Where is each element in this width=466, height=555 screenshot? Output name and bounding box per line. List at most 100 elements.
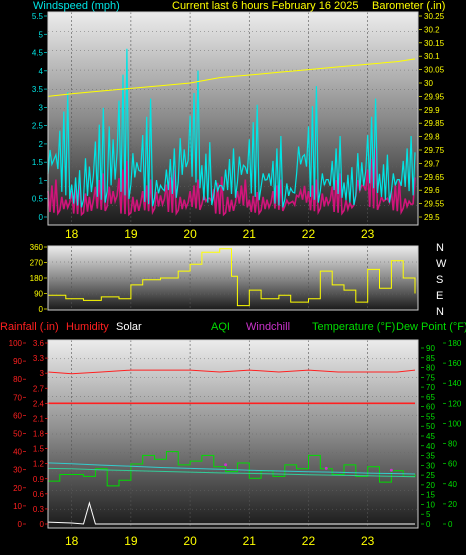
axis-tick-label: 70: [13, 393, 22, 402]
hour-tick-label: 22: [302, 534, 316, 548]
axis-tick-label: 80: [448, 440, 457, 449]
panel2-direction-labels: NWSEN: [436, 242, 447, 318]
hour-tick-label: 20: [183, 534, 197, 548]
axis-tick-label: 30.2: [424, 25, 440, 34]
hour-tick-label: 18: [65, 534, 79, 548]
axis-tick-label: 4: [39, 67, 44, 76]
axis-tick-label: 29.65: [424, 173, 445, 182]
legend-humidity: Humidity: [66, 321, 109, 333]
axis-tick-label: 10: [426, 500, 435, 509]
panel3-rain-ticks: 0 0.3 0.6 0.9 1.2 1.5 1.8 2.1 2.4 2.7 3 3.3 3.6: [33, 339, 48, 529]
axis-tick-label: 90: [426, 344, 435, 353]
axis-tick-label: 360: [30, 243, 44, 252]
axis-tick-label: 30: [426, 461, 435, 470]
axis-tick-label: 1.5: [32, 158, 44, 167]
axis-tick-label: 1.5: [33, 445, 45, 454]
axis-tick-label: 30: [13, 466, 22, 475]
legend-windchill: Windchill: [246, 321, 290, 333]
axis-tick-label: 20: [448, 500, 457, 509]
axis-tick-label: 55: [426, 412, 435, 421]
axis-tick-label: 30.15: [424, 39, 445, 48]
legend-dew-point: Dew Point (°F): [396, 321, 466, 333]
axis-tick-label: 30: [424, 79, 433, 88]
hour-tick-label: 21: [243, 534, 257, 548]
axis-tick-label: 29.8: [424, 133, 440, 142]
axis-tick-label: 40: [13, 448, 22, 457]
direction-label: S: [436, 274, 443, 286]
axis-tick-label: 1.2: [33, 460, 45, 469]
axis-tick-label: 100: [9, 339, 23, 348]
axis-tick-label: 120: [448, 399, 462, 408]
axis-tick-label: 1: [39, 176, 44, 185]
panel3-solar-ticks: 0 20 40 60 80 100 120 140 160 180: [443, 339, 462, 529]
direction-label: N: [436, 242, 444, 254]
panel1-right-axis-label: Barometer (.in): [372, 0, 445, 12]
axis-tick-label: 29.95: [424, 92, 445, 101]
direction-label: W: [436, 258, 447, 270]
axis-tick-label: 29.7: [424, 159, 440, 168]
axis-tick-label: 0.3: [33, 505, 45, 514]
axis-tick-label: 80: [426, 364, 435, 373]
axis-tick-label: 0: [39, 213, 44, 222]
axis-tick-label: 2.1: [33, 414, 45, 423]
axis-tick-label: 2.4: [33, 399, 45, 408]
windchill-point: [324, 466, 328, 470]
legend-solar: Solar: [116, 321, 142, 333]
axis-tick-label: 29.6: [424, 186, 440, 195]
panel3-temp-ticks: 051015202530354045505560657075808590: [421, 344, 435, 529]
axis-tick-label: 15: [426, 491, 435, 500]
axis-tick-label: 3.3: [33, 354, 45, 363]
axis-tick-label: 60: [448, 460, 457, 469]
axis-tick-label: 30.05: [424, 66, 445, 75]
axis-tick-label: 0.9: [33, 475, 45, 484]
axis-tick-label: 25: [426, 471, 435, 480]
axis-tick-label: 0: [39, 305, 44, 314]
axis-tick-label: 2.5: [32, 122, 44, 131]
axis-tick-label: 60: [426, 403, 435, 412]
axis-tick-label: 80: [13, 375, 22, 384]
hour-tick-label: 23: [361, 227, 375, 241]
axis-tick-label: 0: [426, 520, 431, 529]
direction-label: E: [436, 290, 443, 302]
axis-tick-label: 29.9: [424, 106, 440, 115]
axis-tick-label: 20: [426, 481, 435, 490]
hour-tick-label: 21: [243, 227, 257, 241]
axis-tick-label: 180: [448, 339, 462, 348]
direction-label: N: [436, 306, 444, 318]
hour-tick-label: 18: [65, 227, 79, 241]
panel3-humidity-ticks: 0 10 20 30 40 50 60 70 80 90 100: [9, 339, 26, 529]
axis-tick-label: 20: [13, 484, 22, 493]
panel2-left-ticks: 0 90 180 270 360: [30, 243, 47, 314]
axis-tick-label: 0: [40, 520, 45, 529]
axis-tick-label: 35: [426, 452, 435, 461]
hour-tick-label: 20: [183, 227, 197, 241]
legend-temperature: Temperature (°F): [312, 321, 395, 333]
axis-tick-label: 29.55: [424, 200, 445, 209]
axis-tick-label: 4.5: [32, 49, 44, 58]
axis-tick-label: 5: [39, 30, 44, 39]
axis-tick-label: 90: [13, 357, 22, 366]
hour-tick-label: 19: [124, 227, 138, 241]
panel1-left-ticks: 0 0.5 1 1.5 2 2.5 3 3.5 4 4.5 5 5.5: [32, 12, 47, 222]
axis-tick-label: 5.5: [32, 12, 44, 21]
windchill-point: [224, 463, 228, 467]
weather-charts: Windspeed (mph) Current last 6 hours Feb…: [0, 0, 466, 548]
panel1-right-ticks: 29.5 29.55 29.6 29.65 29.7 29.75 29.8 29.85 29.9…: [419, 12, 445, 222]
axis-tick-label: 270: [30, 259, 44, 268]
axis-tick-label: 60: [13, 411, 22, 420]
axis-tick-label: 0.6: [33, 490, 45, 499]
axis-tick-label: 75: [426, 373, 435, 382]
axis-tick-label: 85: [426, 354, 435, 363]
axis-tick-label: 90: [34, 290, 43, 299]
axis-tick-label: 70: [426, 383, 435, 392]
windchill-point: [389, 468, 393, 472]
axis-tick-label: 50: [426, 422, 435, 431]
axis-tick-label: 2.7: [33, 384, 45, 393]
axis-tick-label: 45: [426, 432, 435, 441]
axis-tick-label: 3: [40, 369, 45, 378]
axis-tick-label: 0: [18, 520, 23, 529]
axis-tick-label: 0.5: [32, 195, 44, 204]
axis-tick-label: 30.25: [424, 12, 445, 21]
axis-tick-label: 5: [426, 510, 431, 519]
axis-tick-label: 29.75: [424, 146, 445, 155]
